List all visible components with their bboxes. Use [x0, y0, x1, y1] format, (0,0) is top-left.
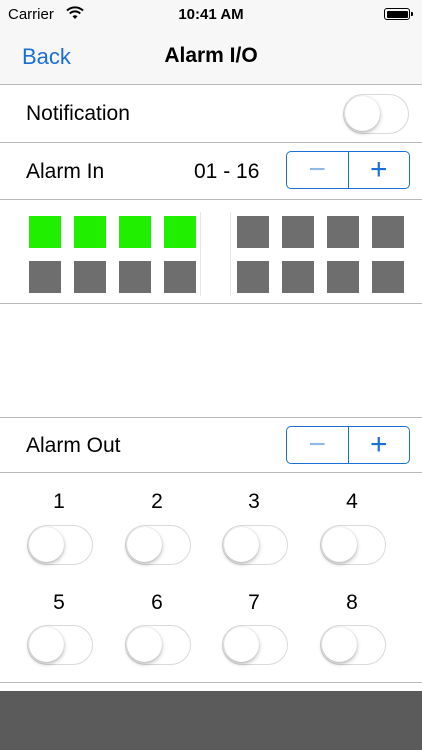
alarm-in-indicator-9 [29, 261, 61, 293]
alarm-in-indicator-7 [327, 216, 359, 248]
alarm-out-decrement-button[interactable]: − [287, 427, 349, 463]
alarm-out-grid: 1 2 3 4 5 6 7 8 [0, 473, 422, 683]
alarm-in-indicator-grid [0, 200, 422, 304]
alarm-in-indicator-8 [372, 216, 404, 248]
page-title: Alarm I/O [164, 44, 258, 67]
empty-space [0, 304, 422, 417]
output-3-toggle[interactable] [222, 525, 288, 565]
toggle-knob [29, 627, 64, 662]
alarm-in-indicator-6 [282, 216, 314, 248]
output-6-toggle[interactable] [125, 625, 191, 665]
alarm-in-indicator-4 [164, 216, 196, 248]
toggle-knob [322, 527, 357, 562]
output-4-toggle[interactable] [320, 525, 386, 565]
alarm-in-indicator-1 [29, 216, 61, 248]
output-6-label: 6 [151, 591, 163, 614]
alarm-in-indicator-14 [282, 261, 314, 293]
alarm-in-indicator-15 [327, 261, 359, 293]
toggle-knob [127, 627, 162, 662]
alarm-out-increment-button[interactable]: + [349, 427, 410, 463]
alarm-in-indicator-11 [119, 261, 151, 293]
alarm-in-indicator-2 [74, 216, 106, 248]
output-7-toggle[interactable] [222, 625, 288, 665]
output-4-label: 4 [346, 490, 358, 513]
output-5-label: 5 [53, 591, 65, 614]
navigation-bar: Back Alarm I/O [0, 28, 422, 85]
toggle-knob [322, 627, 357, 662]
alarm-in-stepper: − + [286, 151, 410, 189]
alarm-in-row: Alarm In 01 - 16 − + [0, 143, 422, 200]
output-5-toggle[interactable] [27, 625, 93, 665]
output-8-label: 8 [346, 591, 358, 614]
output-3-label: 3 [248, 490, 260, 513]
alarm-in-decrement-button[interactable]: − [287, 152, 349, 188]
bottom-bar [0, 691, 422, 750]
status-bar: Carrier 10:41 AM [0, 0, 422, 28]
status-time: 10:41 AM [178, 6, 244, 23]
notification-row: Notification [0, 85, 422, 143]
alarm-in-range: 01 - 16 [194, 160, 260, 183]
alarm-in-indicator-3 [119, 216, 151, 248]
toggle-knob [345, 96, 380, 131]
output-1-label: 1 [53, 490, 65, 513]
output-2-toggle[interactable] [125, 525, 191, 565]
alarm-in-indicator-5 [237, 216, 269, 248]
output-2-label: 2 [151, 490, 163, 513]
output-1-toggle[interactable] [27, 525, 93, 565]
toggle-knob [224, 527, 259, 562]
alarm-in-indicator-16 [372, 261, 404, 293]
alarm-in-indicator-10 [74, 261, 106, 293]
notification-label: Notification [26, 102, 130, 125]
output-7-label: 7 [248, 591, 260, 614]
alarm-in-indicator-13 [237, 261, 269, 293]
toggle-knob [127, 527, 162, 562]
toggle-knob [224, 627, 259, 662]
alarm-out-row: Alarm Out − + [0, 417, 422, 473]
output-8-toggle[interactable] [320, 625, 386, 665]
battery-icon [384, 8, 413, 20]
alarm-in-indicator-12 [164, 261, 196, 293]
alarm-in-label: Alarm In [26, 160, 105, 183]
alarm-in-increment-button[interactable]: + [349, 152, 410, 188]
alarm-out-stepper: − + [286, 426, 410, 464]
alarm-out-label: Alarm Out [26, 434, 121, 457]
notification-toggle[interactable] [343, 94, 409, 134]
toggle-knob [29, 527, 64, 562]
